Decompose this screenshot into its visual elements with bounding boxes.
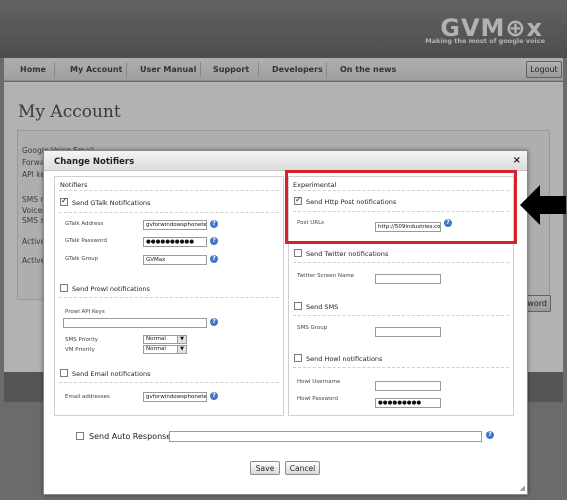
prowl-checkbox[interactable] bbox=[60, 284, 68, 292]
sms-priority-label: SMS Priority bbox=[65, 337, 99, 343]
divider bbox=[293, 315, 509, 316]
vm-priority-value: Normal bbox=[146, 346, 166, 352]
chevron-down-icon: ▼ bbox=[177, 336, 186, 343]
prowl-api-keys-field[interactable] bbox=[63, 318, 207, 328]
email-checkbox[interactable] bbox=[60, 369, 68, 377]
sms-priority-select[interactable]: Normal ▼ bbox=[143, 335, 187, 344]
divider bbox=[59, 382, 279, 383]
gtalk-password-label: GTalk Password bbox=[65, 238, 108, 244]
sms-checkbox-label: Send SMS bbox=[306, 303, 339, 311]
sms-checkbox[interactable] bbox=[294, 302, 302, 310]
gtalk-checkbox-label: Send GTalk Notifications bbox=[72, 199, 151, 207]
sms-group-field[interactable] bbox=[375, 327, 441, 337]
divider bbox=[59, 190, 279, 191]
gtalk-group-label: GTalk Group bbox=[65, 256, 99, 262]
resize-grip-icon[interactable]: ◢ bbox=[520, 484, 525, 492]
divider bbox=[59, 297, 279, 298]
divider bbox=[59, 212, 279, 213]
info-icon[interactable]: ? bbox=[210, 237, 218, 245]
info-icon[interactable]: ? bbox=[210, 318, 218, 326]
howl-checkbox-label: Send Howl notifications bbox=[306, 355, 383, 363]
divider bbox=[293, 262, 509, 263]
vm-priority-select[interactable]: Normal ▼ bbox=[143, 345, 187, 354]
email-addresses-label: Email addresses bbox=[65, 394, 110, 400]
save-button[interactable]: Save bbox=[250, 461, 280, 475]
twitter-checkbox-label: Send Twitter notifications bbox=[306, 250, 389, 258]
howl-username-label: Howl Username bbox=[297, 379, 341, 385]
howl-password-label: Howl Password bbox=[297, 396, 338, 402]
auto-response-label: Send Auto Response bbox=[89, 432, 172, 441]
auto-response-field[interactable] bbox=[169, 431, 482, 442]
info-icon[interactable]: ? bbox=[210, 392, 218, 400]
auto-response-checkbox[interactable] bbox=[76, 432, 84, 440]
highlight-box bbox=[285, 170, 517, 244]
info-icon[interactable]: ? bbox=[486, 431, 494, 439]
gtalk-address-field[interactable]: gvforwindowsphonetest bbox=[143, 220, 207, 230]
pointer-arrow-icon bbox=[520, 185, 566, 225]
email-addresses-field[interactable]: gvforwindowsphonetest bbox=[143, 392, 207, 402]
twitter-checkbox[interactable] bbox=[294, 249, 302, 257]
gtalk-group-field[interactable]: GVMax bbox=[143, 255, 207, 265]
divider bbox=[293, 367, 509, 368]
twitter-screen-name-field[interactable] bbox=[375, 274, 441, 284]
prowl-api-keys-label: Prowl API Keys bbox=[65, 309, 105, 315]
howl-checkbox[interactable] bbox=[294, 354, 302, 362]
notifiers-panel: Notifiers Send GTalk Notifications GTalk… bbox=[54, 176, 284, 416]
gtalk-password-field[interactable]: ●●●●●●●●●● bbox=[143, 237, 207, 247]
gtalk-checkbox[interactable] bbox=[60, 196, 68, 206]
twitter-screen-name-label: Twitter Screen Name bbox=[297, 273, 355, 279]
panel-title: Notifiers bbox=[60, 181, 88, 189]
gtalk-address-label: GTalk Address bbox=[65, 221, 104, 227]
email-checkbox-label: Send Email notifications bbox=[72, 370, 151, 378]
sms-group-label: SMS Group bbox=[297, 325, 328, 331]
cancel-button[interactable]: Cancel bbox=[285, 461, 320, 475]
prowl-checkbox-label: Send Prowl notifications bbox=[72, 285, 150, 293]
info-icon[interactable]: ? bbox=[210, 255, 218, 263]
chevron-down-icon: ▼ bbox=[177, 346, 186, 353]
close-icon[interactable]: × bbox=[513, 155, 521, 166]
howl-username-field[interactable] bbox=[375, 381, 441, 391]
dialog-title: Change Notifiers bbox=[54, 157, 135, 167]
info-icon[interactable]: ? bbox=[210, 220, 218, 228]
vm-priority-label: VM Priority bbox=[65, 347, 95, 353]
dialog-header: Change Notifiers × bbox=[44, 151, 527, 171]
howl-password-field[interactable]: ●●●●●●●●● bbox=[375, 398, 441, 408]
sms-priority-value: Normal bbox=[146, 336, 166, 342]
